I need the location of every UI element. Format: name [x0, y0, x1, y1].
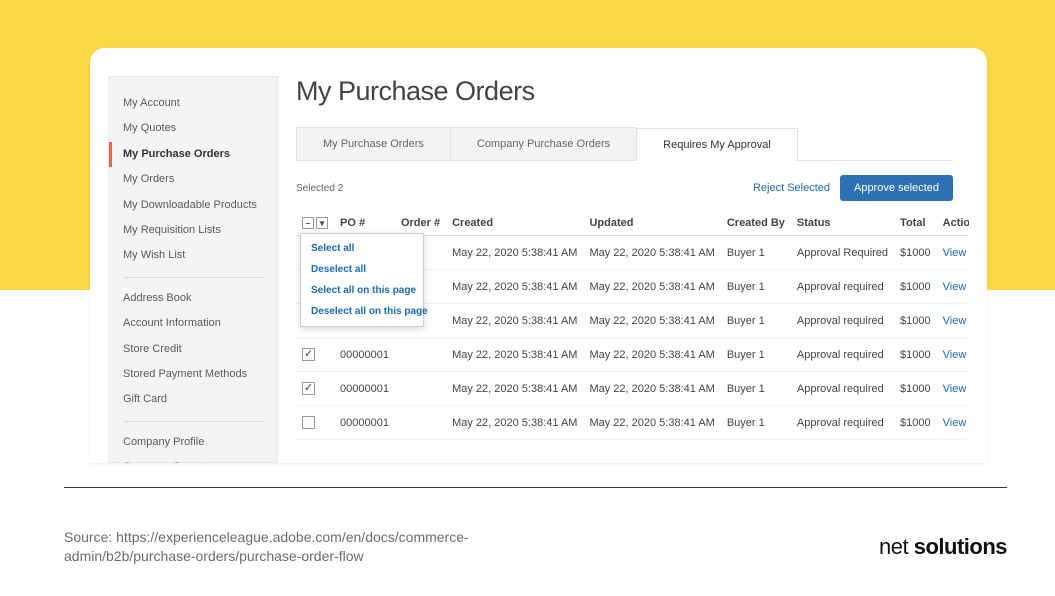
brand-part1: net	[879, 534, 914, 559]
sidebar-item-address-book[interactable]: Address Book	[109, 286, 277, 311]
cell-status: Approval required	[791, 304, 894, 338]
cell-created: May 22, 2020 5:38:41 AM	[446, 372, 583, 406]
cell-created: May 22, 2020 5:38:41 AM	[446, 236, 583, 270]
sidebar-item-my-purchase-orders[interactable]: My Purchase Orders	[109, 142, 277, 167]
cell-updated: May 22, 2020 5:38:41 AM	[583, 304, 720, 338]
approve-selected-button[interactable]: Approve selected	[840, 175, 953, 201]
cell-status: Approval required	[791, 270, 894, 304]
column-header: Updated	[583, 211, 720, 236]
source-text: Source: https://experienceleague.adobe.c…	[64, 528, 524, 566]
row-checkbox[interactable]	[302, 416, 315, 429]
toolbar: Selected 2 Reject Selected Approve selec…	[296, 161, 953, 211]
cell-created: May 22, 2020 5:38:41 AM	[446, 304, 583, 338]
sidebar-item-my-wish-list[interactable]: My Wish List	[109, 243, 277, 268]
cell-total: $1000	[894, 236, 937, 270]
cell-status: Approval required	[791, 406, 894, 440]
tab-company-purchase-orders[interactable]: Company Purchase Orders	[450, 127, 637, 160]
sidebar-item-company-structure[interactable]: Company Structure	[109, 455, 277, 463]
cell-by: Buyer 1	[721, 406, 791, 440]
cell-status: Approval required	[791, 372, 894, 406]
cell-total: $1000	[894, 270, 937, 304]
sidebar-item-account-information[interactable]: Account Information	[109, 311, 277, 336]
cell-status: Approval required	[791, 338, 894, 372]
brand-logo: net solutions	[879, 534, 1007, 560]
cell-created: May 22, 2020 5:38:41 AM	[446, 338, 583, 372]
cell-po: 00000001	[334, 372, 395, 406]
tab-my-purchase-orders[interactable]: My Purchase Orders	[296, 127, 451, 160]
view-link[interactable]: View	[943, 281, 967, 293]
view-link[interactable]: View	[943, 247, 967, 259]
cell-po: 00000001	[334, 406, 395, 440]
select-state-icon: –	[302, 217, 314, 229]
orders-table: –▾ Select allDeselect allSelect all on th…	[296, 211, 969, 440]
column-header: Total	[894, 211, 937, 236]
column-header: PO #	[334, 211, 395, 236]
dropdown-item-deselect-all[interactable]: Deselect all	[301, 259, 423, 280]
column-header: Action	[937, 211, 969, 236]
cell-by: Buyer 1	[721, 338, 791, 372]
cell-order	[395, 406, 446, 440]
cell-by: Buyer 1	[721, 372, 791, 406]
sidebar-item-my-account[interactable]: My Account	[109, 91, 277, 116]
sidebar-item-my-quotes[interactable]: My Quotes	[109, 116, 277, 141]
cell-total: $1000	[894, 406, 937, 440]
sidebar-item-my-downloadable-products[interactable]: My Downloadable Products	[109, 193, 277, 218]
cell-created: May 22, 2020 5:38:41 AM	[446, 406, 583, 440]
page-title: My Purchase Orders	[296, 76, 953, 107]
cell-status: Approval Required	[791, 236, 894, 270]
column-header: Created By	[721, 211, 791, 236]
sidebar-item-my-requisition-lists[interactable]: My Requisition Lists	[109, 218, 277, 243]
cell-updated: May 22, 2020 5:38:41 AM	[583, 338, 720, 372]
sidebar-item-store-credit[interactable]: Store Credit	[109, 337, 277, 362]
cell-updated: May 22, 2020 5:38:41 AM	[583, 372, 720, 406]
cell-updated: May 22, 2020 5:38:41 AM	[583, 236, 720, 270]
dropdown-item-select-all-on-this-page[interactable]: Select all on this page	[301, 280, 423, 301]
cell-po: 00000001	[334, 338, 395, 372]
tab-requires-my-approval[interactable]: Requires My Approval	[636, 128, 798, 161]
selected-count: Selected 2	[296, 183, 343, 194]
row-checkbox[interactable]	[302, 348, 315, 361]
divider	[64, 487, 1007, 488]
dropdown-item-deselect-all-on-this-page[interactable]: Deselect all on this page	[301, 301, 423, 322]
select-dropdown: Select allDeselect allSelect all on this…	[300, 233, 424, 327]
row-checkbox[interactable]	[302, 382, 315, 395]
sidebar: My AccountMy QuotesMy Purchase OrdersMy …	[108, 76, 278, 463]
cell-by: Buyer 1	[721, 236, 791, 270]
cell-total: $1000	[894, 338, 937, 372]
view-link[interactable]: View	[943, 417, 967, 429]
cell-total: $1000	[894, 372, 937, 406]
cell-updated: May 22, 2020 5:38:41 AM	[583, 406, 720, 440]
cell-by: Buyer 1	[721, 270, 791, 304]
sidebar-item-my-orders[interactable]: My Orders	[109, 167, 277, 192]
select-all-control[interactable]: –▾Select allDeselect allSelect all on th…	[302, 217, 328, 229]
table-row: 00000001 May 22, 2020 5:38:41 AMMay 22, 2…	[296, 372, 969, 406]
view-link[interactable]: View	[943, 315, 967, 327]
table-row: 00000001 May 22, 2020 5:38:41 AMMay 22, 2…	[296, 338, 969, 372]
app-window: My AccountMy QuotesMy Purchase OrdersMy …	[90, 48, 987, 463]
cell-updated: May 22, 2020 5:38:41 AM	[583, 270, 720, 304]
column-header: Order #	[395, 211, 446, 236]
sidebar-item-gift-card[interactable]: Gift Card	[109, 387, 277, 412]
sidebar-divider	[123, 421, 263, 422]
column-header: Created	[446, 211, 583, 236]
main-content: My Purchase Orders My Purchase OrdersCom…	[278, 76, 969, 463]
dropdown-item-select-all[interactable]: Select all	[301, 238, 423, 259]
view-link[interactable]: View	[943, 349, 967, 361]
table-row: 00000001 May 22, 2020 5:38:41 AMMay 22, 2…	[296, 406, 969, 440]
column-header: –▾Select allDeselect allSelect all on th…	[296, 211, 334, 236]
tabs: My Purchase OrdersCompany Purchase Order…	[296, 127, 953, 161]
reject-selected-link[interactable]: Reject Selected	[753, 182, 830, 194]
cell-order	[395, 372, 446, 406]
sidebar-item-stored-payment-methods[interactable]: Stored Payment Methods	[109, 362, 277, 387]
sidebar-item-company-profile[interactable]: Company Profile	[109, 430, 277, 455]
sidebar-divider	[123, 277, 263, 278]
column-header: Status	[791, 211, 894, 236]
cell-order	[395, 338, 446, 372]
cell-by: Buyer 1	[721, 304, 791, 338]
brand-part2: solutions	[914, 534, 1007, 559]
cell-created: May 22, 2020 5:38:41 AM	[446, 270, 583, 304]
chevron-down-icon: ▾	[316, 217, 328, 229]
cell-total: $1000	[894, 304, 937, 338]
view-link[interactable]: View	[943, 383, 967, 395]
